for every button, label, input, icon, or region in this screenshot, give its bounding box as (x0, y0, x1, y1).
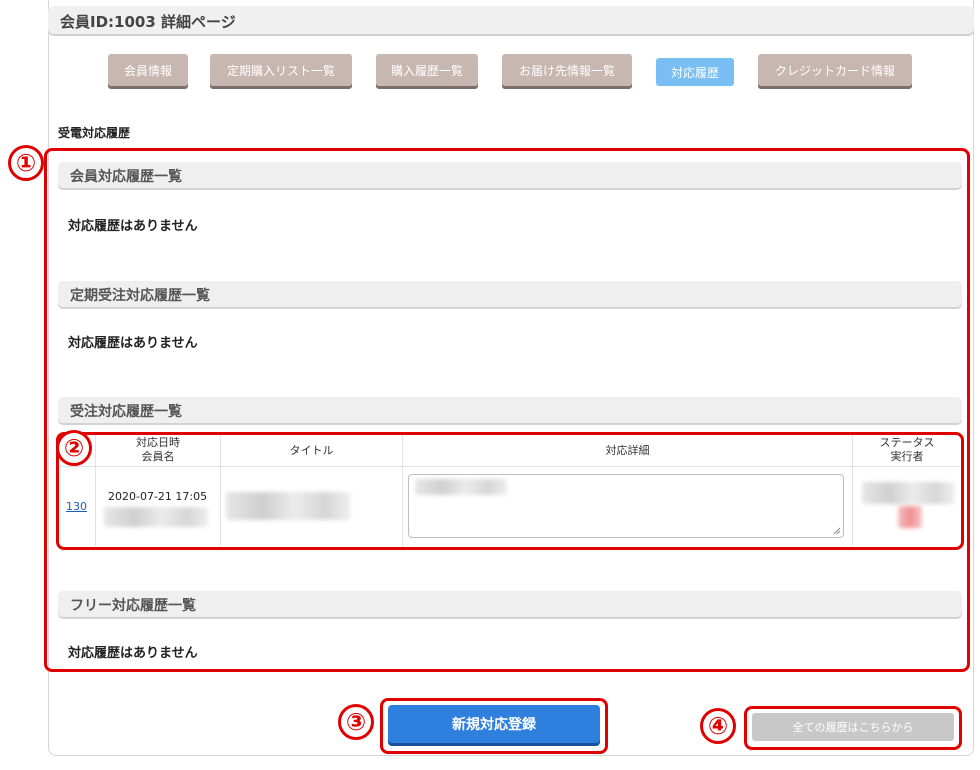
tab-delivery-info[interactable]: お届け先情報一覧 (502, 54, 632, 86)
tab-purchase-history[interactable]: 購入履歴一覧 (376, 54, 478, 86)
section-title: 受電対応履歴 (58, 126, 131, 140)
highlight-box-1 (44, 148, 970, 672)
annotation-marker-1: ① (8, 145, 44, 181)
annotation-marker-3: ③ (338, 704, 374, 740)
tab-credit-card[interactable]: クレジットカード情報 (758, 54, 912, 86)
tab-support-history[interactable]: 対応履歴 (656, 58, 734, 86)
highlight-box-3 (380, 698, 608, 754)
page-title: 会員ID:1003 詳細ページ (60, 13, 236, 31)
highlight-box-4 (744, 706, 962, 750)
annotation-marker-4: ④ (700, 708, 736, 744)
tab-member-info[interactable]: 会員情報 (108, 54, 188, 86)
tab-subscription-list[interactable]: 定期購入リスト一覧 (210, 54, 352, 86)
highlight-box-2 (56, 432, 964, 550)
page-header: 会員ID:1003 詳細ページ (48, 6, 974, 34)
annotation-marker-2: ② (56, 430, 92, 466)
